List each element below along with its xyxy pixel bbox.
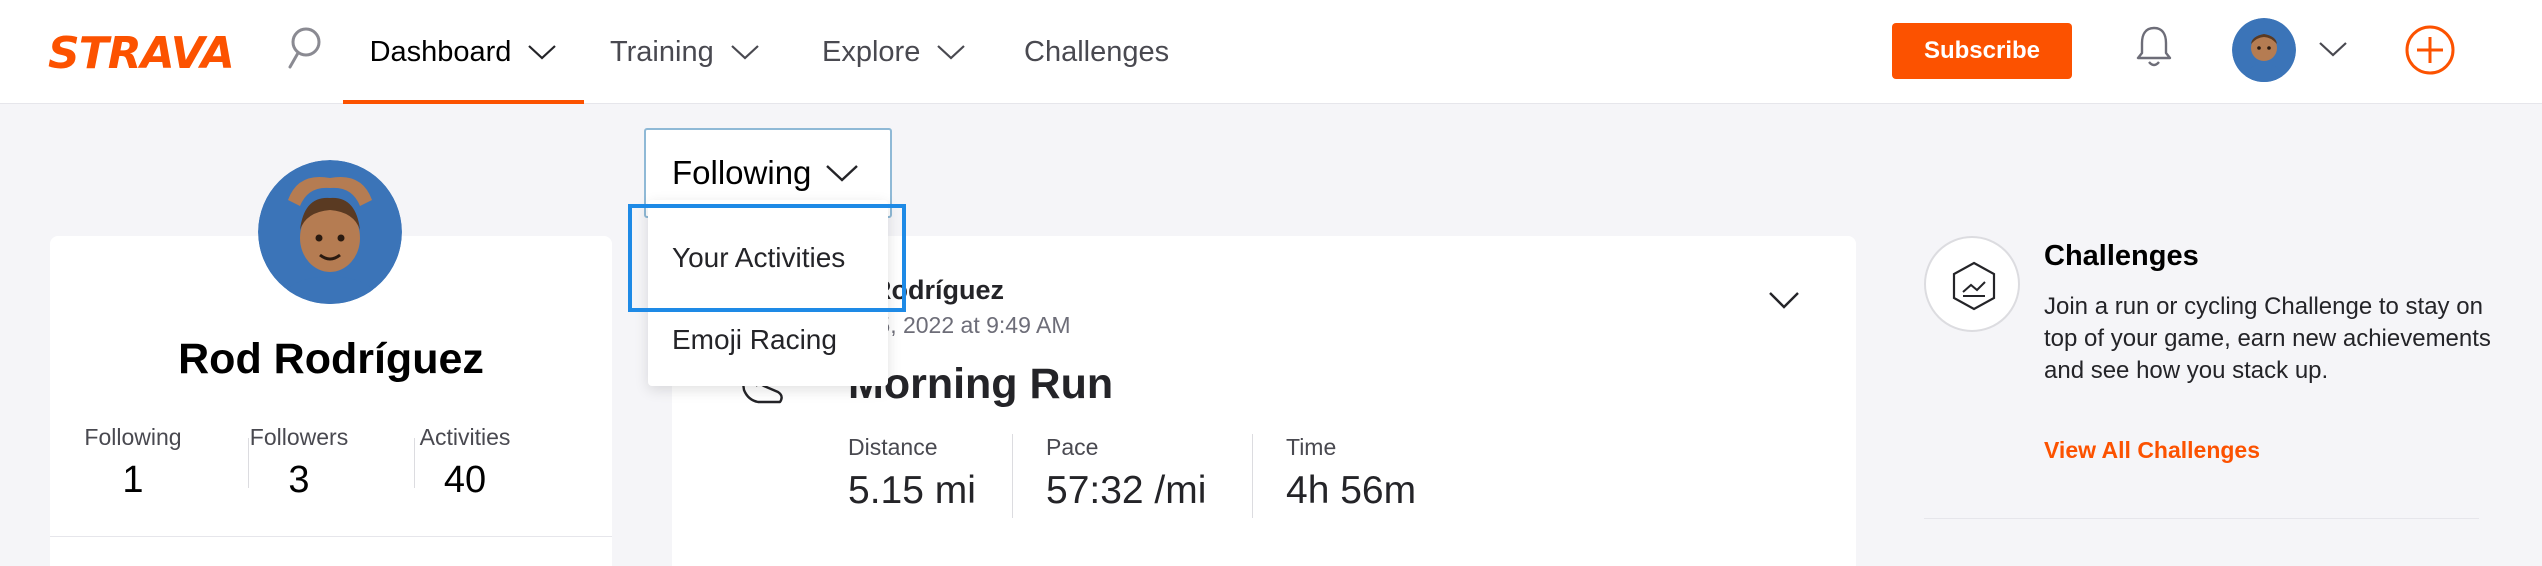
stat-label: Following: [84, 424, 182, 450]
chevron-down-icon[interactable]: [2318, 40, 2348, 58]
stat-value: 1: [122, 459, 144, 501]
tab-explore-label: Explore: [822, 35, 921, 68]
search-icon[interactable]: [282, 24, 326, 74]
stat-value: 3: [288, 459, 310, 501]
divider: [1252, 434, 1253, 518]
activity-stat-time: Time 4h 56m: [1286, 434, 1416, 513]
chevron-down-icon[interactable]: [1768, 290, 1800, 310]
menu-item-emoji-racing[interactable]: Emoji Racing: [672, 324, 837, 356]
tab-dashboard-label: Dashboard: [369, 35, 512, 68]
top-navbar: STRAVA Dashboard Training Explore Challe…: [0, 0, 2542, 104]
challenges-badge[interactable]: [1924, 236, 2020, 332]
chevron-down-icon: [730, 45, 759, 60]
tab-challenges[interactable]: Challenges: [1024, 0, 1169, 104]
subscribe-button[interactable]: Subscribe: [1892, 23, 2072, 79]
tab-explore[interactable]: Explore: [822, 0, 966, 104]
chevron-down-icon: [826, 165, 859, 182]
challenges-title: Challenges: [2044, 240, 2199, 272]
stat-value: 5.15 mi: [848, 469, 976, 512]
bell-icon[interactable]: [2134, 22, 2174, 72]
profile-avatar[interactable]: [258, 160, 402, 304]
feed-filter-menu: Your Activities Emoji Racing: [648, 200, 888, 386]
stat-label: Pace: [1046, 434, 1099, 460]
divider: [1012, 434, 1013, 518]
plus-circle-icon[interactable]: [2404, 24, 2456, 76]
view-all-challenges-link[interactable]: View All Challenges: [2044, 437, 2260, 464]
profile-stats: Following 1 Followers 3 Activities 40: [50, 424, 612, 504]
chevron-down-icon: [937, 45, 966, 60]
divider: [1924, 518, 2479, 519]
feed-filter-selected: Following: [672, 154, 812, 191]
stat-value: 57:32 /mi: [1046, 469, 1207, 512]
stat-followers[interactable]: Followers 3: [216, 424, 382, 502]
activity-stat-pace: Pace 57:32 /mi: [1046, 434, 1206, 513]
chevron-down-icon: [528, 45, 557, 60]
athlete-name[interactable]: Rod Rodríguez: [50, 335, 612, 384]
tab-training-label: Training: [610, 35, 714, 68]
stat-value: 40: [443, 459, 487, 501]
challenges-description: Join a run or cycling Challenge to stay …: [2044, 293, 2491, 384]
activity-stat-distance: Distance 5.15 mi: [848, 434, 976, 513]
hexagon-badge-icon: [1952, 261, 1996, 311]
tab-training[interactable]: Training: [610, 0, 760, 104]
stat-following[interactable]: Following 1: [50, 424, 216, 502]
divider: [50, 536, 612, 537]
stat-label: Followers: [249, 424, 349, 450]
tab-challenges-label: Challenges: [1024, 35, 1170, 68]
strava-logo[interactable]: STRAVA: [48, 28, 235, 79]
menu-item-your-activities[interactable]: Your Activities: [672, 242, 845, 274]
stat-activities[interactable]: Activities 40: [382, 424, 548, 502]
user-avatar[interactable]: [2232, 18, 2296, 82]
stat-value: 4h 56m: [1286, 469, 1417, 512]
stat-label: Time: [1286, 434, 1337, 460]
stat-label: Distance: [848, 434, 938, 460]
tab-dashboard[interactable]: Dashboard: [343, 0, 584, 104]
stat-label: Activities: [419, 424, 511, 450]
